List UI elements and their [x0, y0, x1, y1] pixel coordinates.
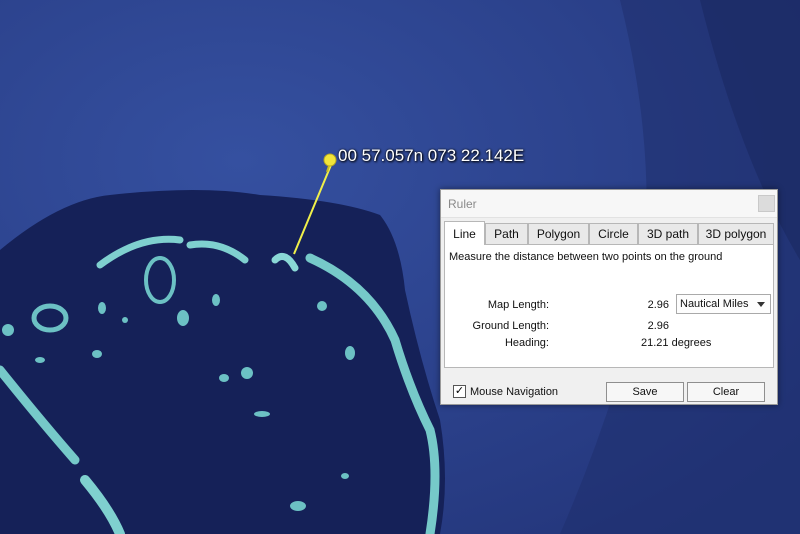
tab-circle[interactable]: Circle: [589, 223, 638, 244]
close-icon[interactable]: [758, 195, 775, 212]
line-tab-panel: Measure the distance between two points …: [444, 244, 774, 368]
ground-length-label: Ground Length:: [472, 320, 549, 332]
heading-value: 21.21 degrees: [641, 337, 712, 349]
map-length-value: 2.96: [647, 299, 669, 311]
mouse-navigation-checkbox[interactable]: ✓: [453, 385, 466, 398]
ruler-dialog: Ruler Line Path Polygon Circle 3D path 3…: [440, 189, 778, 405]
checkmark-icon: ✓: [454, 385, 465, 397]
mouse-navigation-label[interactable]: Mouse Navigation: [470, 386, 558, 398]
chevron-down-icon: [757, 302, 765, 307]
clear-button[interactable]: Clear: [687, 382, 765, 402]
ruler-description: Measure the distance between two points …: [449, 251, 723, 263]
tab-3d-path[interactable]: 3D path: [638, 223, 698, 244]
ground-length-value: 2.96: [647, 320, 669, 332]
tab-3d-polygon[interactable]: 3D polygon: [698, 223, 774, 244]
dialog-title: Ruler: [448, 197, 477, 211]
tab-path[interactable]: Path: [485, 223, 528, 244]
dialog-title-bar[interactable]: Ruler: [441, 190, 777, 218]
placemark-label[interactable]: 00 57.057n 073 22.142E: [338, 146, 524, 166]
save-button[interactable]: Save: [606, 382, 684, 402]
map-length-label: Map Length:: [487, 299, 549, 311]
units-selected: Nautical Miles: [680, 298, 749, 310]
units-dropdown[interactable]: Nautical Miles: [676, 294, 771, 314]
tab-polygon[interactable]: Polygon: [528, 223, 589, 244]
tab-line[interactable]: Line: [444, 221, 485, 245]
heading-label: Heading:: [504, 337, 549, 349]
